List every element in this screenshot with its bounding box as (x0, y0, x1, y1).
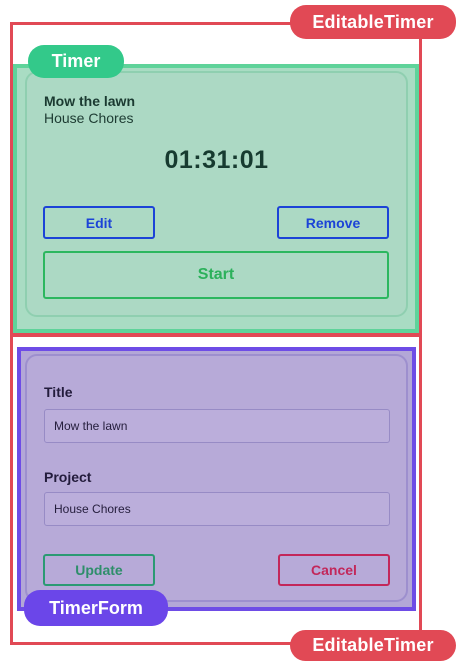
timer-elapsed-time: 01:31:01 (164, 146, 269, 174)
timer-title: Mow the lawn (44, 93, 135, 109)
update-button[interactable]: Update (43, 554, 155, 586)
timer-form-label: TimerForm (24, 590, 168, 626)
remove-button[interactable]: Remove (277, 206, 389, 239)
timer-project: House Chores (44, 110, 134, 126)
edit-button[interactable]: Edit (43, 206, 155, 239)
title-input[interactable]: Mow the lawn (44, 409, 390, 443)
project-input[interactable]: House Chores (44, 492, 390, 526)
start-button[interactable]: Start (43, 251, 389, 299)
cancel-button[interactable]: Cancel (278, 554, 390, 586)
editable-timer-label-top: EditableTimer (290, 5, 456, 39)
project-field-label: Project (44, 469, 92, 485)
editable-timer-label-bottom: EditableTimer (290, 630, 456, 661)
title-field-label: Title (44, 384, 73, 400)
timer-label: Timer (28, 45, 124, 78)
